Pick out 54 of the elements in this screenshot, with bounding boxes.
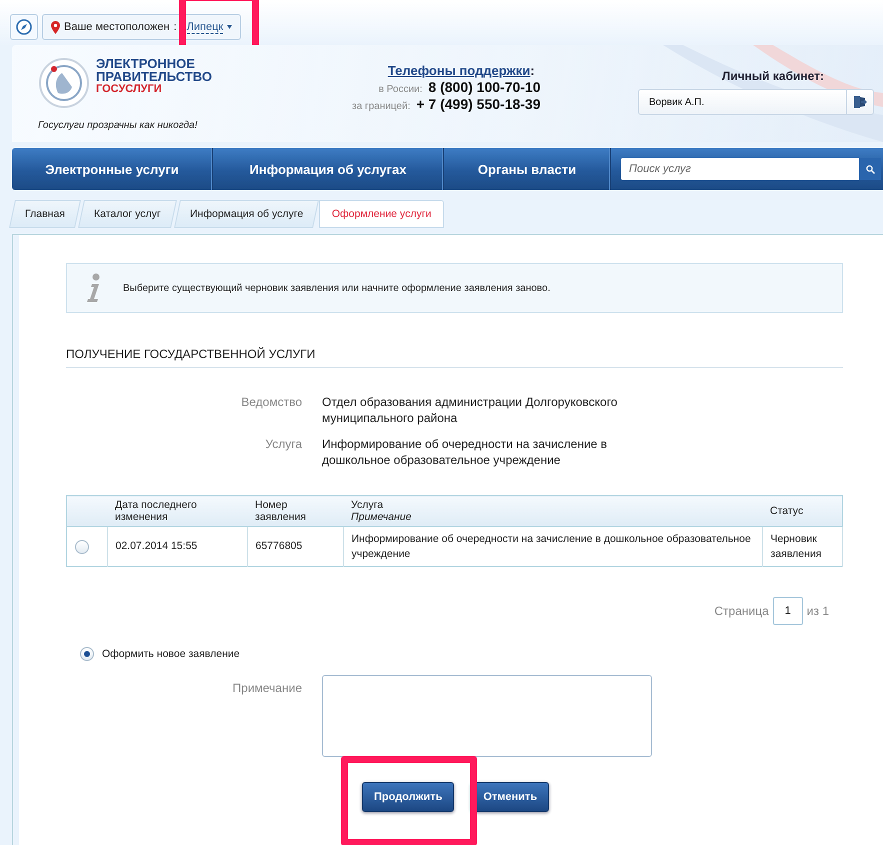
- page-total: из 1: [806, 604, 829, 618]
- table-cell: Черновик заявления: [762, 526, 842, 566]
- map-pin-icon: [51, 20, 60, 34]
- location-separator: :: [174, 21, 177, 33]
- radio-label: Оформить новое заявление: [102, 648, 240, 660]
- search-field[interactable]: Поиск услуг: [621, 158, 859, 180]
- note-label: Примечание: [232, 680, 302, 697]
- nav-menu-item[interactable]: Электронные услуги: [12, 148, 213, 190]
- info-message: Выберите существующий черновик заявления или начните оформление заявления заново.: [123, 282, 550, 294]
- support-colon: :: [530, 63, 535, 78]
- phone-label: за границей:: [352, 101, 410, 112]
- breadcrumb-link[interactable]: Информация об услуге: [174, 200, 319, 228]
- door-exit-icon: [853, 95, 867, 109]
- page-label: Страница: [714, 604, 769, 618]
- field-label: Услуга: [264, 436, 302, 453]
- city-link[interactable]: Липецк: [186, 20, 224, 34]
- search-button[interactable]: [859, 158, 881, 180]
- field-value: Отдел образования администрации Долгоруковского муниципального района: [322, 394, 618, 426]
- table-cell: 65776805: [247, 526, 343, 566]
- column-header: Статус: [762, 496, 842, 526]
- nav-menu-item[interactable]: Информация об услугах: [213, 148, 444, 190]
- phone-label: в России:: [378, 84, 422, 95]
- field-label: Ведомство: [240, 394, 302, 411]
- location-label: Ваше местоположен: [64, 21, 170, 33]
- field-value: Информирование об очередности на зачисление в дошкольное образовательное учреждение: [322, 436, 608, 468]
- slogan: Госуслуги прозрачны как никогда!: [38, 120, 198, 131]
- compass-icon: [16, 19, 32, 35]
- breadcrumb-link[interactable]: Каталог услуг: [78, 200, 177, 228]
- new-application-radio[interactable]: [80, 647, 94, 661]
- column-header: Услуга Примечание: [343, 496, 762, 526]
- phone-number: 8 (800) 100-70-10: [428, 79, 540, 95]
- column-header: Дата последнего изменения: [107, 496, 247, 526]
- section-title: ПОЛУЧЕНИЕ ГОСУДАРСТВЕННОЙ УСЛУГИ: [66, 347, 843, 368]
- page-number-field[interactable]: 1: [772, 597, 803, 625]
- info-icon: [85, 273, 101, 303]
- breadcrumb-link[interactable]: Оформление услуги: [318, 200, 444, 228]
- search-icon: [866, 164, 874, 174]
- logo-text: ЭЛЕКТРОННОЕ ПРАВИТЕЛЬСТВО ГОСУСЛУГИ: [96, 57, 212, 97]
- row-radio[interactable]: [75, 540, 89, 554]
- compass-button[interactable]: [10, 14, 38, 40]
- user-field[interactable]: Ворвик А.П.: [638, 89, 874, 115]
- support-phones-link[interactable]: Телефоны поддержки: [388, 63, 530, 78]
- logo-emblem-icon: [38, 57, 90, 109]
- phone-number: + 7 (499) 550-18-39: [416, 96, 540, 112]
- continue-button[interactable]: Продолжить: [362, 782, 454, 812]
- breadcrumb-link[interactable]: Главная: [9, 200, 81, 228]
- note-field[interactable]: [322, 675, 652, 757]
- cabinet-title: Личный кабинет:: [722, 69, 824, 83]
- column-header: Номер заявления: [247, 496, 343, 526]
- location-selector[interactable]: Ваше местоположен : Липецк: [42, 14, 242, 40]
- caret-icon: [227, 25, 232, 29]
- table-cell: Информирование об очередности на зачисление в дошкольное образовательное учреждение: [343, 526, 762, 566]
- nav-menu-item[interactable]: Органы власти: [444, 148, 611, 190]
- table-cell: 02.07.2014 15:55: [107, 526, 247, 566]
